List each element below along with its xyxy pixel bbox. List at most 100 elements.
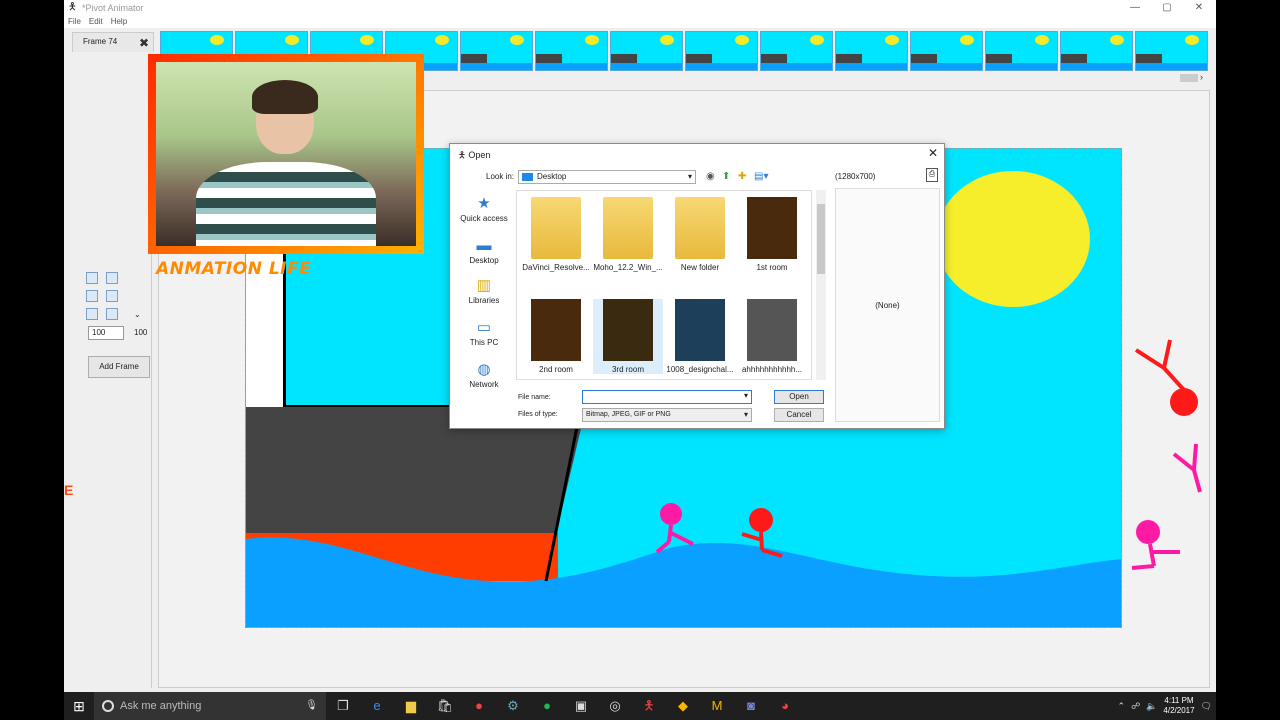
stick-figure-offstage-3[interactable] [1128,516,1184,578]
strip-scrollbar[interactable] [1180,74,1198,82]
tool-grid-icon[interactable] [86,272,98,284]
edge-icon[interactable]: e [360,692,394,720]
side-marker: E [64,482,74,498]
tool-copy-icon[interactable] [86,290,98,302]
file-name-label: File name: [518,394,551,401]
file-list-scrollbar[interactable] [816,190,826,380]
file-name-input[interactable]: ▾ [582,390,752,404]
notifications-icon[interactable]: 🗨 [1201,701,1212,712]
windows-start-icon[interactable]: ⊞ [64,692,94,720]
cancel-button[interactable]: Cancel [774,408,824,422]
frame-thumbnail[interactable] [535,31,608,71]
up-folder-icon[interactable]: ⬆ [722,171,730,182]
place-libraries[interactable]: ▥ Libraries [454,278,514,306]
clock-time: 4:11 PM [1164,696,1194,705]
new-folder-icon[interactable]: ✚ [738,171,746,182]
menu-file[interactable]: File [64,16,85,28]
microphone-icon[interactable]: 🎙 [305,692,318,720]
file-item[interactable]: 1008_designchal... [665,299,735,374]
spotify-icon[interactable]: ● [530,692,564,720]
discord-icon[interactable]: ◙ [734,692,768,720]
scroll-right-icon[interactable]: › [1200,72,1203,82]
file-item[interactable]: ahhhhhhhhhhh... [737,299,807,374]
volume-icon[interactable]: 🔈 [1146,701,1157,712]
tool-flip-icon[interactable] [106,308,118,320]
obs-icon[interactable]: ◎ [598,692,632,720]
file-item[interactable]: 3rd room [593,299,663,374]
frame-thumbnail[interactable] [910,31,983,71]
chevron-down-icon[interactable]: ▾ [744,391,748,400]
steam-icon[interactable]: ⚙ [496,692,530,720]
frame-thumbnail[interactable] [460,31,533,71]
menu-help[interactable]: Help [107,16,131,28]
frame-thumbnail[interactable] [835,31,908,71]
tool-paste-icon[interactable] [106,290,118,302]
network-icon[interactable]: ☍ [1131,701,1140,712]
stick-figure-offstage-2[interactable] [1170,440,1206,496]
pivot-taskbar-icon[interactable]: 🯅 [632,692,666,720]
file-item[interactable]: Moho_12.2_Win_... [593,197,663,272]
chevron-down-icon: ▾ [743,410,748,419]
frame-thumbnail[interactable] [685,31,758,71]
add-frame-button[interactable]: Add Frame [88,356,150,378]
maximize-button[interactable]: ▢ [1152,0,1182,16]
file-list: DaVinci_Resolve... Moho_12.2_Win_... New f… [516,190,812,380]
file-item[interactable]: DaVinci_Resolve... [521,197,591,272]
task-view-icon[interactable]: ❐ [326,692,360,720]
tray-up-icon[interactable]: ⌃ [1118,701,1126,712]
place-this-pc[interactable]: ▭ This PC [454,320,514,348]
stick-figure-red[interactable] [734,506,784,561]
place-network[interactable]: ◍ Network [454,362,514,390]
image-thumbnail [747,197,797,259]
menu-bar: File Edit Help [64,16,1216,28]
frame-thumbnail[interactable] [760,31,833,71]
app-icon-3[interactable]: ◆ [666,692,700,720]
app-icon-1[interactable]: ● [462,692,496,720]
file-item[interactable]: New folder [665,197,735,272]
star-icon: ★ [477,195,491,212]
file-item[interactable]: 1st room [737,197,807,272]
tool-pen-icon[interactable] [106,272,118,284]
file-explorer-icon[interactable]: ▆ [394,692,428,720]
frame-thumbnail[interactable] [985,31,1058,71]
app-window: 🯅 *Pivot Animator — ▢ ✕ File Edit Help F… [64,0,1216,720]
frame-thumbnail[interactable] [610,31,683,71]
minimize-button[interactable]: — [1120,0,1150,16]
view-menu-icon[interactable]: ▤▾ [754,171,768,182]
chrome-icon[interactable]: ◕ [768,692,802,720]
frame-thumbnail[interactable] [1135,31,1208,71]
app-icon-4[interactable]: M [700,692,734,720]
store-icon[interactable]: 🛍 [428,692,462,720]
preview-size: (1280x700) [835,172,876,181]
tool-row-1 [86,272,118,284]
close-button[interactable]: ✕ [1184,0,1214,16]
clock[interactable]: 4:11 PM 4/2/2017 [1163,696,1194,716]
dialog-close-icon[interactable]: ✕ [928,146,938,160]
folder-icon [675,197,725,259]
stick-figure-offstage-1[interactable] [1132,336,1204,420]
place-quick-access[interactable]: ★ Quick access [454,195,514,224]
preview-toggle-icon[interactable]: ⎙ [926,168,938,182]
image-thumbnail [747,299,797,361]
dialog-title: 🯅 Open [458,150,491,160]
back-icon[interactable]: ◉ [706,171,715,182]
files-of-type-select[interactable]: Bitmap, JPEG, GIF or PNG ▾ [582,408,752,422]
webcam-overlay [148,54,424,254]
open-dialog: 🯅 Open ✕ Look in: Desktop ▾ ◉ ⬆ ✚ ▤▾ ★ Qu… [449,143,945,429]
app-icon-2[interactable]: ▣ [564,692,598,720]
frame-thumbnail[interactable] [1060,31,1133,71]
look-in-select[interactable]: Desktop ▾ [518,170,696,184]
cortana-search[interactable]: Ask me anything 🎙 [94,692,326,720]
image-thumbnail [675,299,725,361]
open-button[interactable]: Open [774,390,824,404]
file-item[interactable]: 2nd room [521,299,591,374]
frame-tab[interactable]: Frame 74 ✖ [72,32,154,52]
size-input[interactable]: 100 [88,326,124,340]
menu-edit[interactable]: Edit [85,16,107,28]
scrollbar-thumb[interactable] [817,204,825,274]
chevron-down-icon[interactable]: ⌄ [134,310,141,319]
place-desktop[interactable]: ▬ Desktop [454,238,514,266]
stick-figure-pink[interactable] [649,500,699,560]
tool-duplicate-icon[interactable] [86,308,98,320]
frame-delete-icon[interactable]: ✖ [139,34,149,52]
